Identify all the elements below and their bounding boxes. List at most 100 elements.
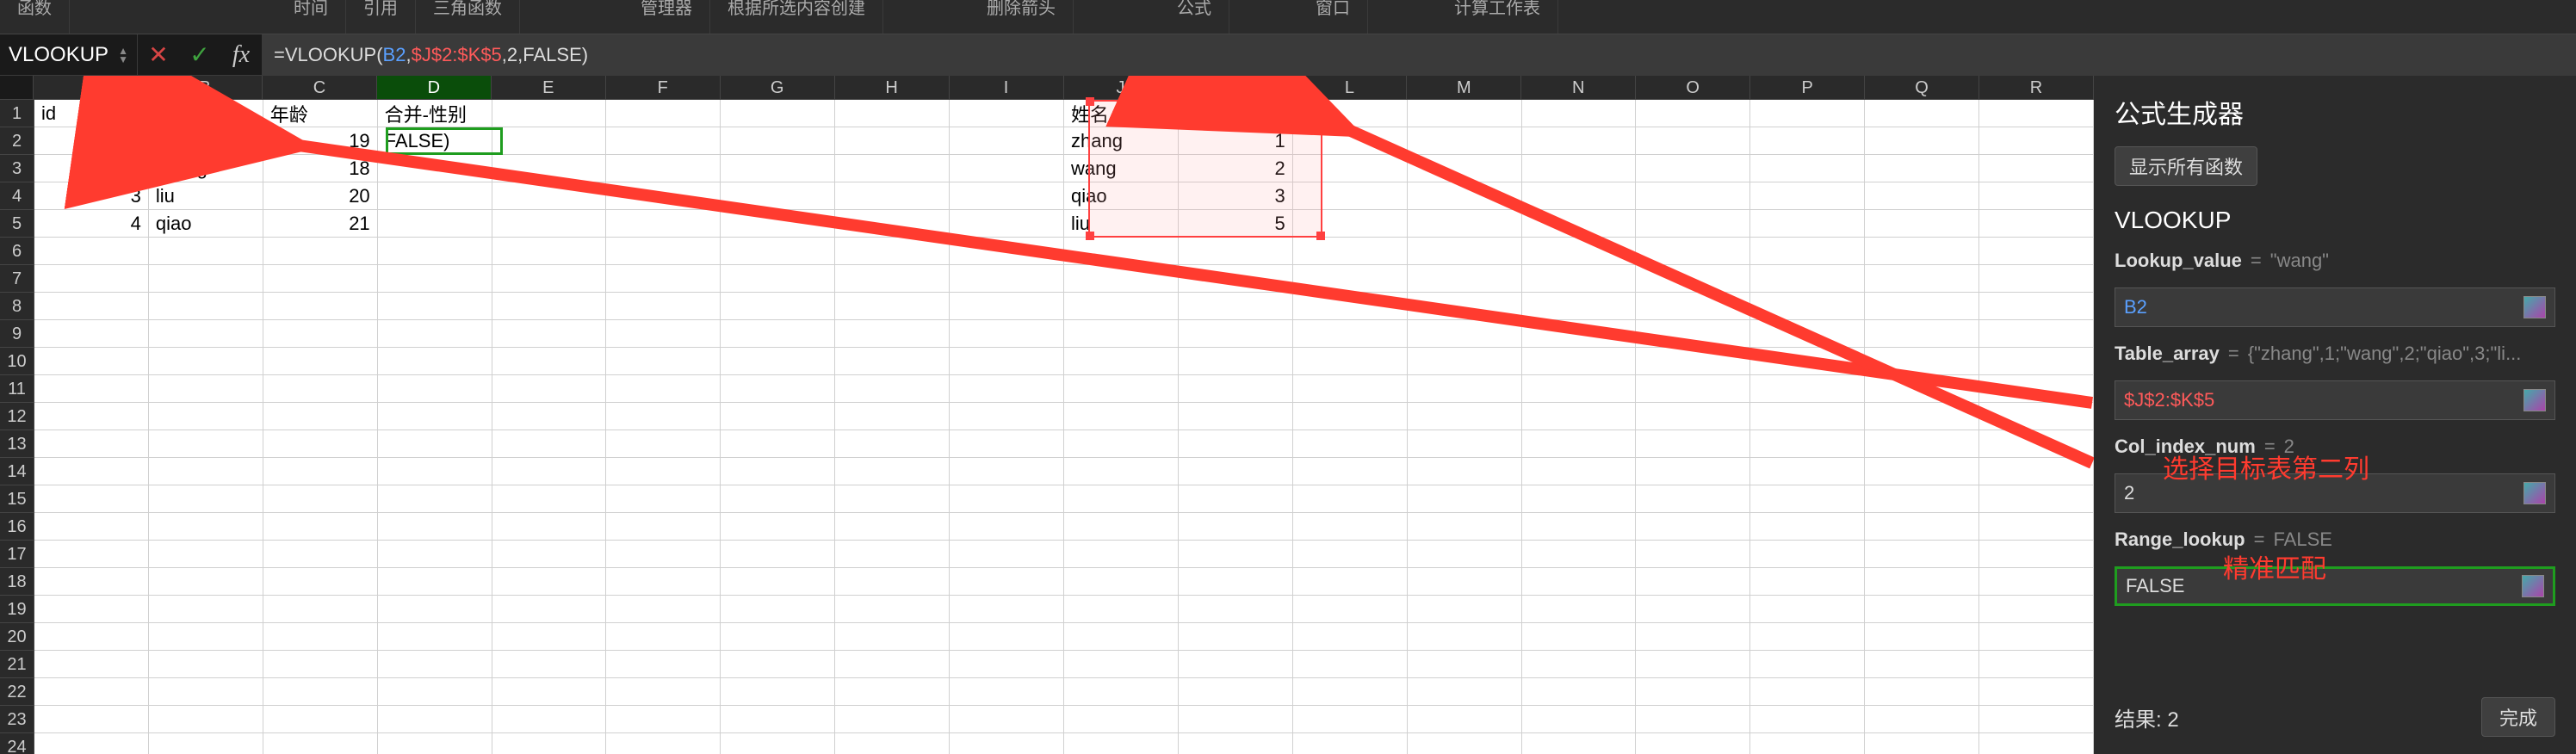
cell[interactable] bbox=[1408, 155, 1522, 182]
cell[interactable] bbox=[378, 541, 492, 568]
cell[interactable] bbox=[1750, 238, 1865, 265]
cell[interactable] bbox=[606, 100, 721, 127]
cell[interactable] bbox=[1865, 127, 1979, 155]
cell[interactable] bbox=[1979, 733, 2094, 754]
cell[interactable] bbox=[606, 596, 721, 623]
cell[interactable] bbox=[721, 210, 835, 238]
cell[interactable] bbox=[721, 375, 835, 403]
row-header[interactable]: 7 bbox=[0, 265, 34, 293]
cell[interactable] bbox=[1408, 568, 1522, 596]
cell[interactable] bbox=[1522, 293, 1637, 320]
cell[interactable] bbox=[263, 348, 378, 375]
cell[interactable] bbox=[378, 623, 492, 651]
cell[interactable] bbox=[950, 458, 1064, 485]
col-header[interactable]: I bbox=[950, 76, 1064, 100]
cell[interactable]: zhang bbox=[1064, 127, 1179, 155]
cell[interactable] bbox=[1636, 651, 1750, 678]
cell[interactable] bbox=[149, 596, 263, 623]
cell[interactable]: 年龄 bbox=[263, 100, 378, 127]
cell[interactable] bbox=[1293, 403, 1408, 430]
cell[interactable] bbox=[950, 348, 1064, 375]
cell[interactable] bbox=[950, 293, 1064, 320]
cell[interactable] bbox=[1979, 238, 2094, 265]
cell[interactable] bbox=[492, 623, 607, 651]
cell[interactable] bbox=[606, 733, 721, 754]
cell[interactable] bbox=[1293, 513, 1408, 541]
cell[interactable] bbox=[950, 375, 1064, 403]
cell[interactable] bbox=[1064, 320, 1179, 348]
cell[interactable] bbox=[149, 403, 263, 430]
cell[interactable] bbox=[950, 678, 1064, 706]
cell[interactable] bbox=[34, 430, 149, 458]
cell[interactable] bbox=[606, 541, 721, 568]
row-header[interactable]: 10 bbox=[0, 348, 34, 375]
cell[interactable] bbox=[835, 733, 950, 754]
ribbon-group[interactable]: 公式 bbox=[1177, 0, 1211, 17]
cell[interactable] bbox=[1636, 733, 1750, 754]
cell[interactable] bbox=[1750, 320, 1865, 348]
cell[interactable]: qiao bbox=[1064, 182, 1179, 210]
cell[interactable] bbox=[1636, 458, 1750, 485]
cell[interactable] bbox=[1293, 182, 1408, 210]
col-header[interactable]: K bbox=[1178, 76, 1292, 100]
cell[interactable] bbox=[606, 706, 721, 733]
cell[interactable] bbox=[1865, 403, 1979, 430]
cell[interactable] bbox=[1408, 596, 1522, 623]
ribbon-group[interactable]: 引用 bbox=[363, 0, 398, 17]
cell[interactable] bbox=[1293, 320, 1408, 348]
cell[interactable] bbox=[721, 403, 835, 430]
cell[interactable] bbox=[149, 265, 263, 293]
cell[interactable] bbox=[1408, 651, 1522, 678]
cell[interactable] bbox=[1979, 485, 2094, 513]
cell[interactable] bbox=[263, 623, 378, 651]
cell[interactable] bbox=[1750, 458, 1865, 485]
cell[interactable] bbox=[835, 320, 950, 348]
row-header[interactable]: 2 bbox=[0, 127, 34, 155]
cell[interactable] bbox=[1636, 155, 1750, 182]
cell[interactable] bbox=[606, 403, 721, 430]
cell[interactable] bbox=[721, 568, 835, 596]
cell[interactable] bbox=[263, 238, 378, 265]
cell[interactable] bbox=[606, 182, 721, 210]
show-all-functions-button[interactable]: 显示所有函数 bbox=[2115, 146, 2257, 186]
ribbon-group[interactable]: 窗口 bbox=[1316, 0, 1350, 17]
cell[interactable] bbox=[1522, 623, 1637, 651]
cell[interactable]: 姓名 bbox=[1064, 100, 1179, 127]
cell[interactable] bbox=[1636, 375, 1750, 403]
cell[interactable] bbox=[378, 320, 492, 348]
cell[interactable] bbox=[1179, 513, 1293, 541]
cell[interactable] bbox=[263, 403, 378, 430]
col-header[interactable]: R bbox=[1979, 76, 2094, 100]
row-header[interactable]: 14 bbox=[0, 458, 34, 485]
cell[interactable] bbox=[492, 403, 607, 430]
cell[interactable]: liu bbox=[1064, 210, 1179, 238]
cell[interactable] bbox=[378, 238, 492, 265]
row-header[interactable]: 6 bbox=[0, 238, 34, 265]
cell[interactable] bbox=[263, 513, 378, 541]
cell[interactable] bbox=[1979, 706, 2094, 733]
cell[interactable] bbox=[34, 513, 149, 541]
cell[interactable] bbox=[1179, 568, 1293, 596]
cell[interactable] bbox=[378, 430, 492, 458]
cell[interactable] bbox=[721, 100, 835, 127]
cell[interactable] bbox=[1522, 678, 1637, 706]
cell[interactable] bbox=[606, 458, 721, 485]
cell[interactable] bbox=[950, 403, 1064, 430]
cell[interactable]: 性别 bbox=[1179, 100, 1293, 127]
cell[interactable]: 1 bbox=[34, 127, 149, 155]
cell[interactable] bbox=[1979, 651, 2094, 678]
select-all-corner[interactable] bbox=[0, 76, 34, 100]
cell[interactable] bbox=[492, 430, 607, 458]
cell[interactable] bbox=[149, 348, 263, 375]
cell[interactable] bbox=[1979, 375, 2094, 403]
range-picker-icon[interactable] bbox=[2523, 389, 2546, 411]
cell[interactable] bbox=[950, 541, 1064, 568]
cell[interactable] bbox=[1293, 375, 1408, 403]
cell[interactable] bbox=[606, 265, 721, 293]
cell[interactable] bbox=[1293, 678, 1408, 706]
cell[interactable] bbox=[1636, 348, 1750, 375]
cell[interactable] bbox=[34, 733, 149, 754]
cell[interactable] bbox=[34, 485, 149, 513]
row-header[interactable]: 4 bbox=[0, 182, 34, 210]
cell[interactable] bbox=[1064, 458, 1179, 485]
